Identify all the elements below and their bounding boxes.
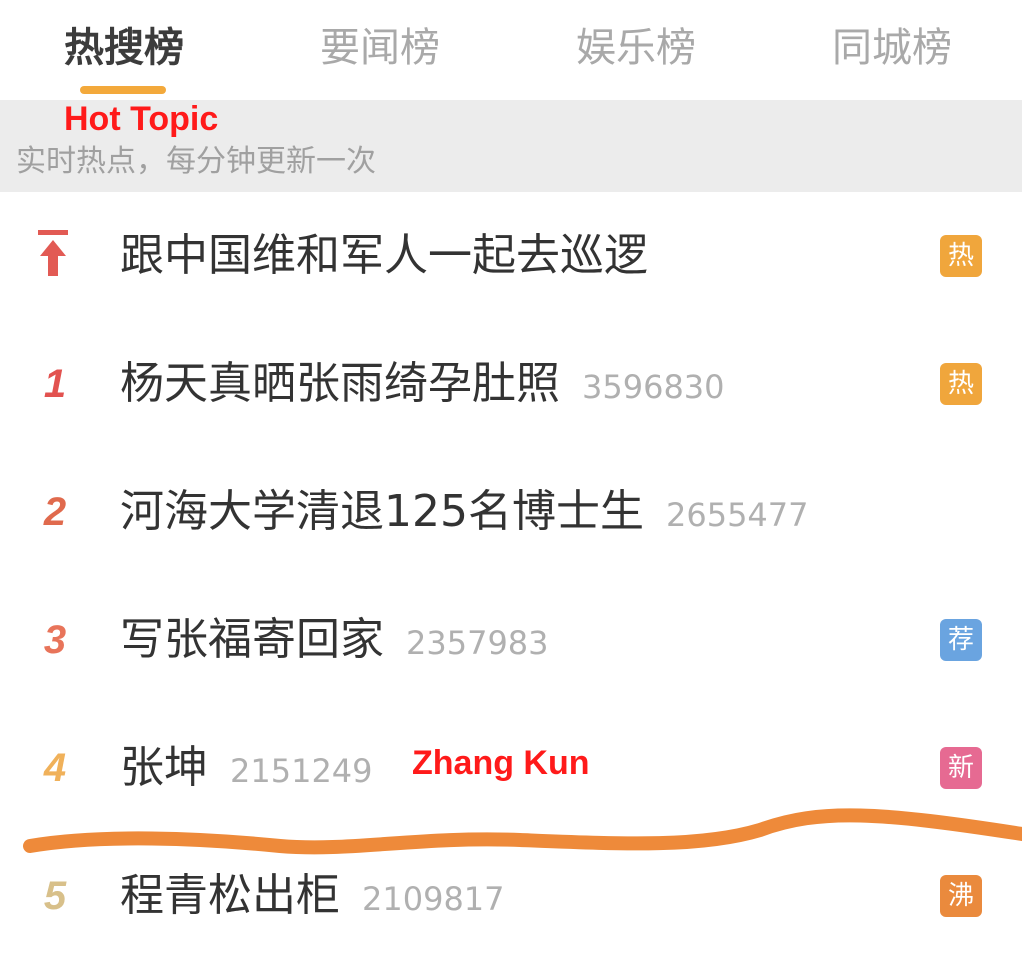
tab-hot-search[interactable]: 热搜榜: [64, 18, 184, 78]
list-item-text: 写张福寄回家 2357983: [120, 576, 549, 704]
topic-count: 2151249: [230, 752, 373, 790]
pin-top-icon: [38, 230, 68, 276]
annotation-hot-topic: Hot Topic: [64, 100, 219, 138]
topic-count: 2109817: [362, 880, 505, 918]
list-item-pinned[interactable]: 跟中国维和军人一起去巡逻 热: [0, 192, 1022, 322]
tab-local[interactable]: 同城榜: [832, 18, 952, 78]
topic-title: 张坤: [120, 742, 208, 793]
rank-number: 2: [43, 490, 67, 534]
hand-drawn-underline: [23, 808, 1022, 855]
tab-bar: 热搜榜 要闻榜 娱乐榜 同城榜: [0, 0, 1022, 100]
recommend-badge: 荐: [940, 619, 982, 661]
new-badge: 新: [940, 747, 982, 789]
active-tab-indicator: [80, 86, 166, 94]
annotation-zhang-kun: Zhang Kun: [412, 744, 590, 782]
subheader-text: 实时热点，每分钟更新一次: [16, 144, 376, 179]
list-item[interactable]: 2 河海大学清退125名博士生 2655477: [0, 448, 1022, 578]
topic-count: 3596830: [582, 368, 725, 406]
rank-number: 1: [43, 362, 67, 406]
topic-title: 杨天真晒张雨绮孕肚照: [120, 358, 560, 409]
boiling-badge: 沸: [940, 875, 982, 917]
hot-badge: 热: [940, 235, 982, 277]
rank-number: 3: [43, 618, 67, 662]
hot-badge: 热: [940, 363, 982, 405]
topic-title: 程青松出柜: [120, 870, 340, 921]
tab-entertainment[interactable]: 娱乐榜: [576, 18, 696, 78]
list-item-text: 河海大学清退125名博士生 2655477: [120, 448, 809, 576]
topic-title: 跟中国维和军人一起去巡逻: [120, 230, 648, 281]
topic-title: 写张福寄回家: [120, 614, 384, 665]
list-item-text: 跟中国维和军人一起去巡逻: [120, 192, 648, 320]
list-item[interactable]: 3 写张福寄回家 2357983 荐: [0, 576, 1022, 706]
list-item-text: 杨天真晒张雨绮孕肚照 3596830: [120, 320, 725, 448]
topic-title: 河海大学清退125名博士生: [120, 486, 644, 537]
tab-news[interactable]: 要闻榜: [320, 18, 440, 78]
topic-count: 2655477: [665, 496, 809, 534]
topic-count: 2357983: [406, 624, 549, 662]
list-item[interactable]: 1 杨天真晒张雨绮孕肚照 3596830 热: [0, 320, 1022, 450]
